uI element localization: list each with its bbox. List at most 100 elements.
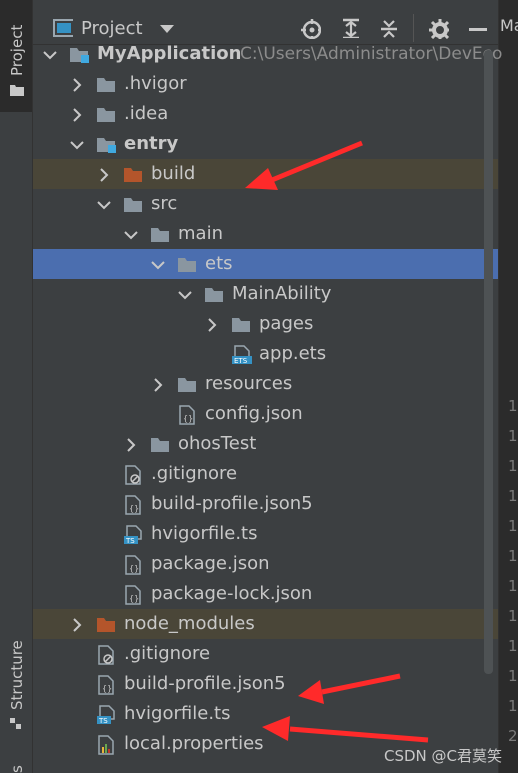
tree-row-app-ets[interactable]: ETS app.ets xyxy=(33,339,498,369)
locate-icon[interactable] xyxy=(301,19,321,39)
tree-row-pages[interactable]: pages xyxy=(33,309,498,339)
line-number: 1 xyxy=(508,427,518,445)
tree-row-resources[interactable]: resources xyxy=(33,369,498,399)
tree-row-package-lock-json[interactable]: {} package-lock.json xyxy=(33,579,498,609)
tree-row-package-json[interactable]: {} package.json xyxy=(33,549,498,579)
tree-row-hvigor[interactable]: .hvigor xyxy=(33,69,498,99)
bottom-tool-label[interactable]: s xyxy=(8,765,26,773)
tree-item-label: main xyxy=(178,223,223,244)
project-view-title[interactable]: Project xyxy=(81,18,143,39)
chevron-down-icon[interactable] xyxy=(178,287,192,301)
svg-text:{}: {} xyxy=(183,414,193,423)
line-number: 1 xyxy=(508,577,518,595)
line-number: 1 xyxy=(508,637,518,655)
folder-icon xyxy=(177,375,197,393)
line-number: 1 xyxy=(508,667,518,685)
tree-row-node-modules[interactable]: node_modules xyxy=(33,609,498,639)
ts-file-icon: TS xyxy=(96,705,116,725)
tree-item-label: ets xyxy=(205,253,233,274)
chevron-down-icon[interactable] xyxy=(151,257,165,271)
project-tool-tab[interactable]: Project xyxy=(0,0,32,112)
tree-row-src[interactable]: src xyxy=(33,189,498,219)
tree-item-label: local.properties xyxy=(124,733,264,754)
gear-icon[interactable] xyxy=(429,19,449,39)
chevron-right-icon[interactable] xyxy=(70,617,82,632)
chevron-right-icon[interactable] xyxy=(70,77,82,92)
project-path: C:\Users\Administrator\DevEco xyxy=(240,44,503,64)
json-file-icon: {} xyxy=(123,495,143,515)
folder-icon xyxy=(177,255,197,273)
line-number: 1 xyxy=(508,457,518,475)
tree-row-entry[interactable]: entry xyxy=(33,129,498,159)
tree-row-ets[interactable]: ets xyxy=(33,249,498,279)
chevron-right-icon[interactable] xyxy=(124,437,136,452)
tree-row-ohostest[interactable]: ohosTest xyxy=(33,429,498,459)
svg-text:{}: {} xyxy=(129,504,139,513)
chevron-down-icon[interactable] xyxy=(97,197,111,211)
tree-row-main[interactable]: main xyxy=(33,219,498,249)
folder-icon xyxy=(150,225,170,243)
project-view-icon xyxy=(53,19,73,37)
json-file-icon: {} xyxy=(123,555,143,575)
tree-row-myapplication[interactable]: MyApplication C:\Users\Administrator\DevE… xyxy=(33,39,502,69)
tree-row-gitignore[interactable]: .gitignore xyxy=(33,639,498,669)
tree-item-label: .hvigor xyxy=(124,73,187,94)
ignore-file-icon xyxy=(123,465,143,485)
tree-item-label: .gitignore xyxy=(124,643,211,664)
svg-text:TS: TS xyxy=(125,537,135,545)
tree-row-build[interactable]: build xyxy=(33,159,498,189)
chevron-right-icon[interactable] xyxy=(97,167,109,182)
tree-item-label: ohosTest xyxy=(178,433,257,454)
structure-tool-label: Structure xyxy=(8,640,26,710)
chevron-down-icon[interactable] xyxy=(124,227,138,241)
folder-orange-icon xyxy=(96,615,116,633)
tree-row-config-json[interactable]: {} config.json xyxy=(33,399,498,429)
properties-file-icon xyxy=(96,735,116,755)
tool-window-strip: Project Structure s xyxy=(0,0,33,773)
tree-row-hvigorfile-ts[interactable]: TS hvigorfile.ts xyxy=(33,519,498,549)
tree-scrollbar[interactable] xyxy=(484,50,493,674)
tree-item-label: node_modules xyxy=(124,613,255,634)
line-number: 1 xyxy=(508,547,518,565)
tree-item-label: hvigorfile.ts xyxy=(151,523,258,544)
tree-row-mainability[interactable]: MainAbility xyxy=(33,279,498,309)
tree-row-build-profile-json5[interactable]: {} build-profile.json5 xyxy=(33,669,498,699)
chevron-right-icon[interactable] xyxy=(205,317,217,332)
collapse-all-icon[interactable] xyxy=(379,18,399,38)
tree-row-build-profile-json5[interactable]: {} build-profile.json5 xyxy=(33,489,498,519)
chevron-down-icon[interactable] xyxy=(43,47,57,61)
tree-row-gitignore[interactable]: .gitignore xyxy=(33,459,498,489)
structure-tool-tab[interactable]: Structure xyxy=(0,636,32,736)
line-number: 1 xyxy=(508,607,518,625)
tree-item-label: package.json xyxy=(151,553,270,574)
project-tool-label: Project xyxy=(8,24,26,76)
chevron-down-icon[interactable] xyxy=(70,137,84,151)
tree-item-label: package-lock.json xyxy=(151,583,313,604)
line-number: 1 xyxy=(508,487,518,505)
structure-icon xyxy=(10,718,21,729)
tree-item-label: build-profile.json5 xyxy=(151,493,313,514)
chevron-right-icon[interactable] xyxy=(151,377,163,392)
tree-item-label: hvigorfile.ts xyxy=(124,703,231,724)
tree-item-label: app.ets xyxy=(259,343,327,364)
ets-file-icon: ETS xyxy=(231,345,252,365)
tree-item-label: .idea xyxy=(124,103,169,124)
tree-item-label: resources xyxy=(205,373,293,394)
svg-text:TS: TS xyxy=(98,717,108,725)
folder-icon xyxy=(204,285,224,303)
tree-item-label: MyApplication xyxy=(97,43,242,64)
tree-row-idea[interactable]: .idea xyxy=(33,99,498,129)
module-folder-icon xyxy=(96,135,116,153)
tree-item-label: src xyxy=(151,193,178,214)
editor-tab-partial[interactable]: Ma xyxy=(500,16,518,35)
svg-text:ETS: ETS xyxy=(234,357,248,365)
chevron-right-icon[interactable] xyxy=(70,107,82,122)
folder-icon xyxy=(96,105,116,123)
svg-text:{}: {} xyxy=(102,684,112,693)
line-number: 2 xyxy=(508,727,518,745)
folder-icon xyxy=(123,195,143,213)
tree-item-label: MainAbility xyxy=(232,283,332,304)
expand-all-icon[interactable] xyxy=(341,18,361,38)
tree-row-hvigorfile-ts[interactable]: TS hvigorfile.ts xyxy=(33,699,498,729)
line-number: 1 xyxy=(508,397,518,415)
